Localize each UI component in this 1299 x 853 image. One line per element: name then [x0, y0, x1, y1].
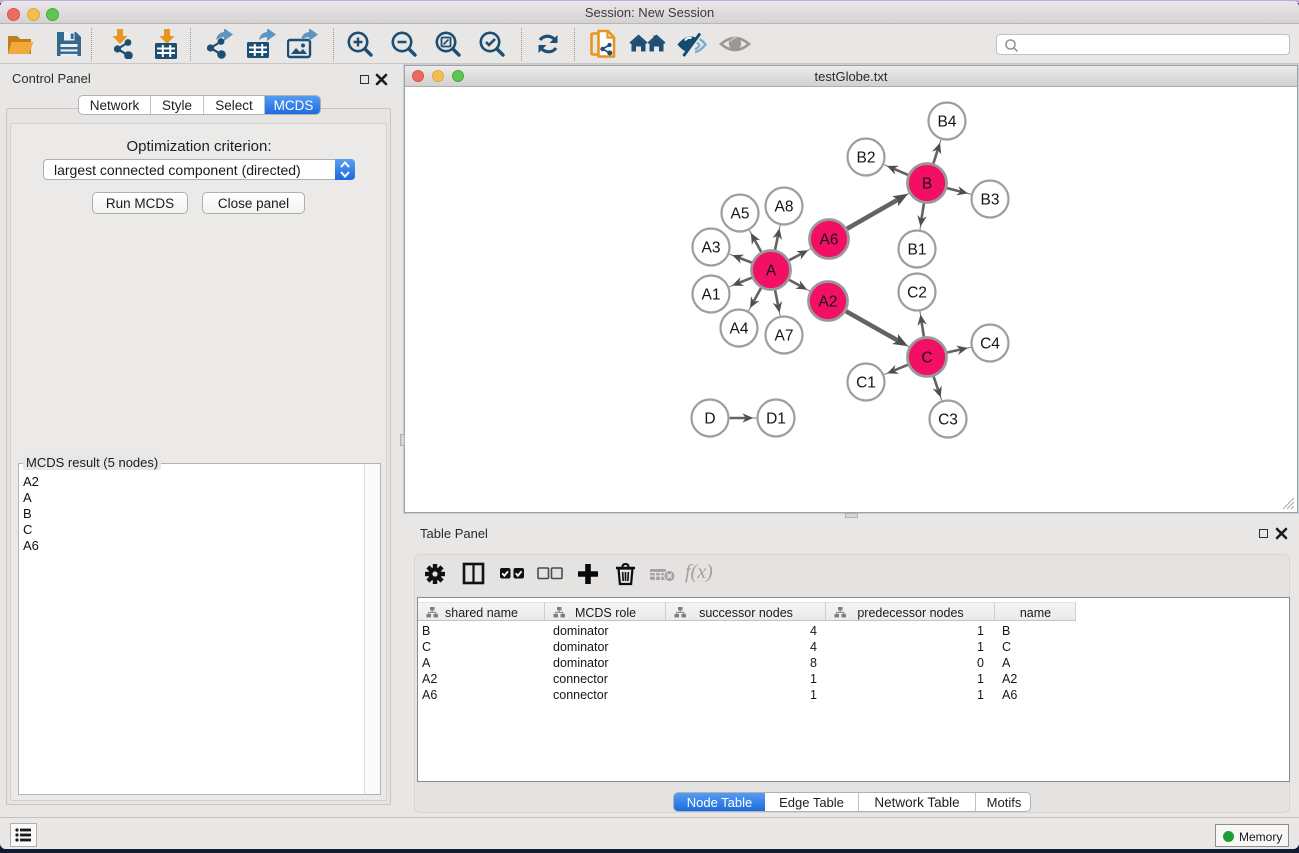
svg-text:A3: A3 [702, 240, 721, 257]
svg-text:A2: A2 [819, 294, 838, 311]
svg-text:B1: B1 [908, 242, 927, 259]
svg-text:C1: C1 [856, 375, 876, 392]
svg-text:A: A [766, 263, 777, 280]
svg-text:A1: A1 [702, 287, 721, 304]
svg-text:D1: D1 [766, 411, 786, 428]
svg-text:B2: B2 [857, 150, 876, 167]
svg-text:C2: C2 [907, 285, 927, 302]
svg-text:A6: A6 [820, 232, 839, 249]
svg-text:A8: A8 [775, 199, 794, 216]
svg-text:D: D [704, 411, 715, 428]
svg-text:B: B [922, 176, 932, 193]
svg-text:A4: A4 [730, 321, 749, 338]
svg-text:A7: A7 [775, 328, 794, 345]
svg-text:B3: B3 [981, 192, 1000, 209]
svg-text:C3: C3 [938, 412, 958, 429]
svg-text:B4: B4 [938, 114, 957, 131]
svg-text:C4: C4 [980, 336, 1000, 353]
svg-text:C: C [921, 350, 932, 367]
svg-text:A5: A5 [731, 206, 750, 223]
